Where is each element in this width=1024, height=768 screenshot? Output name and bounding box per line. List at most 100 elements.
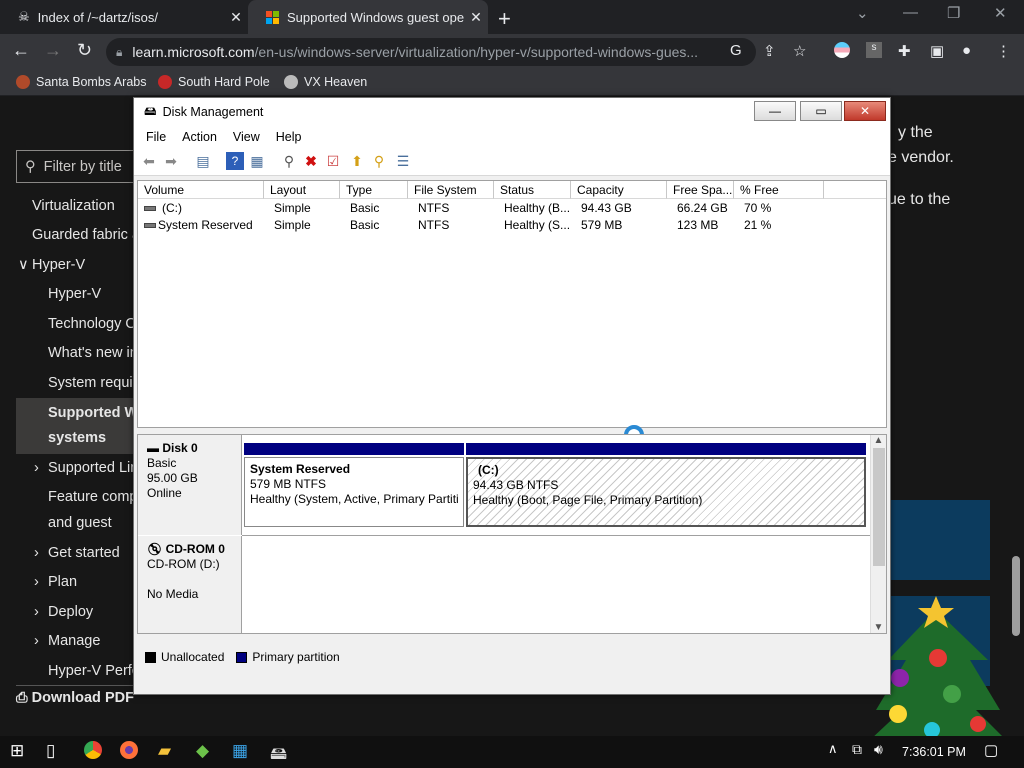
nav-item[interactable]: Hyper-V [32,257,85,273]
minimize-button[interactable]: — [754,101,796,121]
help-icon[interactable]: ? [226,152,244,170]
new-tab-button[interactable]: + [498,6,511,32]
nav-item[interactable]: Manage [48,633,100,649]
restore-icon[interactable]: ❐ [947,4,960,22]
chevron-right-icon[interactable]: › [34,604,39,620]
search-folder-icon[interactable]: ⚲ [370,152,388,170]
delete-icon[interactable]: ✖ [302,152,320,170]
column-header-free-space[interactable]: Free Spa... [667,181,734,199]
close-window-icon[interactable]: ✕ [994,4,1007,22]
chevron-right-icon[interactable]: › [34,460,39,476]
menu-action[interactable]: Action [182,130,217,144]
console-tree-icon[interactable]: ▤ [194,152,212,170]
nav-item[interactable]: Deploy [48,604,93,620]
back-icon[interactable]: ← [12,40,30,61]
column-header-volume[interactable]: Volume [138,181,264,199]
chevron-up-icon[interactable]: ∧ [828,741,838,757]
check-icon[interactable]: ☑ [324,152,342,170]
tab-index-isos[interactable]: ☠ Index of /~dartz/isos/ ✕ [0,0,248,34]
reload-icon[interactable]: ↻ [77,40,92,61]
firefox-icon[interactable] [120,741,138,759]
properties-icon[interactable]: ▦ [248,152,266,170]
chevron-right-icon[interactable]: › [34,545,39,561]
nav-item-active[interactable]: systems [48,430,106,446]
page-scrollbar[interactable] [1012,556,1020,636]
nav-item[interactable]: Supported Lin [48,460,138,476]
extension-s-icon[interactable]: s [866,42,882,58]
tab-search-icon[interactable]: ⌄ [856,4,869,22]
address-bar[interactable]: 🔒︎ learn.microsoft.com /en-us/windows-se… [106,38,756,66]
nav-item[interactable]: Hyper-V [48,286,101,302]
volume-icon[interactable]: 🔊︎ [874,741,883,758]
bookmark-south-hard-pole[interactable]: South Hard Pole [158,75,270,89]
nav-item[interactable]: Plan [48,574,77,590]
partition-c-drive[interactable]: (C:) 94.43 GB NTFS Healthy (Boot, Page F… [466,457,866,527]
bookmark-vx-heaven[interactable]: VX Heaven [284,75,367,89]
app-icon[interactable]: ◆ [196,741,209,761]
chevron-right-icon[interactable]: › [34,574,39,590]
scroll-thumb[interactable] [872,448,885,566]
nav-item-active[interactable]: Supported W [48,405,138,421]
folder-up-icon[interactable]: ⬆ [348,152,366,170]
connect-icon[interactable]: ⚲ [280,152,298,170]
tab-supported-windows[interactable]: Supported Windows guest opera ✕ [248,0,488,34]
column-header-file-system[interactable]: File System [408,181,494,199]
volume-list: Volume Layout Type File System Status Ca… [137,180,887,445]
start-windows-icon[interactable]: ⊞ [10,741,24,761]
chevron-right-icon[interactable]: › [34,633,39,649]
calculator-icon[interactable]: ▦ [232,741,248,761]
bookmark-star-icon[interactable]: ☆ [793,42,806,60]
nav-item[interactable]: Feature comp [48,489,137,505]
table-row[interactable]: (C:) Simple Basic NTFS Healthy (B... 94.… [138,200,824,217]
cdrom-0-label[interactable]: 💿︎ CD-ROM 0 CD-ROM (D:) No Media [138,536,242,633]
profile-icon[interactable]: ● [962,42,971,59]
disk-0-label[interactable]: ▬ Disk 0 Basic 95.00 GB Online [138,435,242,535]
nav-item[interactable]: System requir [48,375,137,391]
network-icon[interactable]: ⧉ [852,741,862,758]
disk-view-scrollbar[interactable]: ▲ ▼ [870,435,886,633]
partition-system-reserved[interactable]: System Reserved 579 MB NTFS Healthy (Sys… [244,457,464,527]
forward-arrow-icon[interactable]: ➡ [162,152,180,170]
bookmark-santa-bombs[interactable]: Santa Bombs Arabs [16,75,146,89]
disk-management-taskbar-icon[interactable]: 🖴︎ [270,741,287,768]
close-icon[interactable]: ✕ [464,9,488,26]
nav-item[interactable]: and guest [48,515,112,531]
extensions-puzzle-icon[interactable]: ✚ [898,42,911,60]
google-icon[interactable]: G [730,42,742,59]
close-icon[interactable]: ✕ [224,9,248,26]
clock[interactable]: 7:36:01 PM [902,745,966,759]
chevron-down-icon[interactable]: ∨ [18,257,29,273]
close-button[interactable]: ✕ [844,101,886,121]
share-icon[interactable]: ⇪ [763,42,776,60]
notification-icon[interactable]: ▢ [984,741,998,759]
nav-item[interactable]: What's new in [48,345,138,361]
extension-flag-icon[interactable] [834,42,850,58]
menu-view[interactable]: View [233,130,260,144]
nav-item[interactable]: Hyper-V Perfo [48,663,140,679]
task-view-icon[interactable]: ▯ [46,741,55,761]
nav-item[interactable]: Get started [48,545,120,561]
scroll-up-icon[interactable]: ▲ [871,435,886,446]
menu-help[interactable]: Help [276,130,302,144]
chrome-icon[interactable] [84,741,102,759]
file-explorer-icon[interactable]: ▰ [158,741,171,761]
nav-item[interactable]: Technology O [48,316,137,332]
menu-file[interactable]: File [146,130,166,144]
column-header-percent-free[interactable]: % Free [734,181,824,199]
column-header-status[interactable]: Status [494,181,571,199]
menu-bar: File Action View Help [134,126,890,148]
table-row[interactable]: System Reserved Simple Basic NTFS Health… [138,217,824,234]
nav-item[interactable]: Guarded fabric a [32,227,140,243]
column-header-layout[interactable]: Layout [264,181,340,199]
column-header-type[interactable]: Type [340,181,408,199]
forward-icon[interactable]: → [44,40,62,61]
list-view-icon[interactable]: ☰ [394,152,412,170]
scroll-down-icon[interactable]: ▼ [871,622,886,633]
menu-kebab-icon[interactable]: ⋮ [996,42,1011,60]
maximize-button[interactable]: ▭ [800,101,842,121]
nav-item[interactable]: Virtualization [32,198,115,214]
back-arrow-icon[interactable]: ⬅ [140,152,158,170]
minimize-icon[interactable]: — [903,4,918,21]
side-panel-icon[interactable]: ▣ [930,42,944,60]
column-header-capacity[interactable]: Capacity [571,181,667,199]
